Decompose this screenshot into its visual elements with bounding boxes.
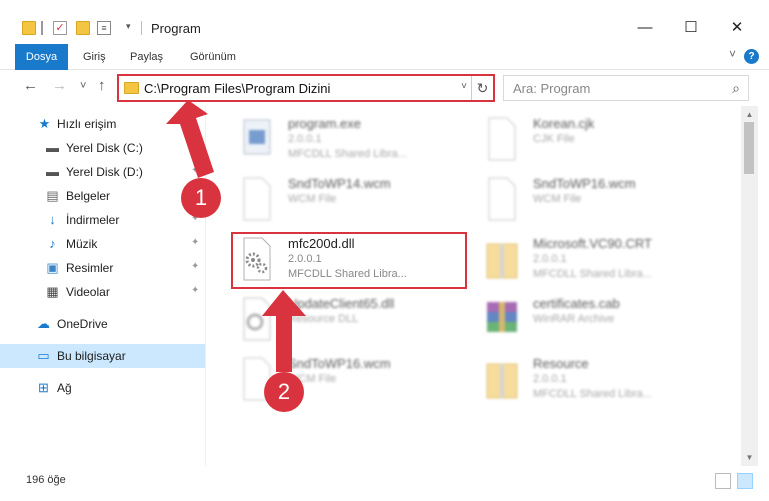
annotation-arrows [166, 100, 306, 372]
callout-1: 1 [181, 178, 221, 218]
arrow-1 [166, 100, 214, 178]
arrow-2 [262, 290, 306, 372]
callout-2: 2 [264, 372, 304, 412]
